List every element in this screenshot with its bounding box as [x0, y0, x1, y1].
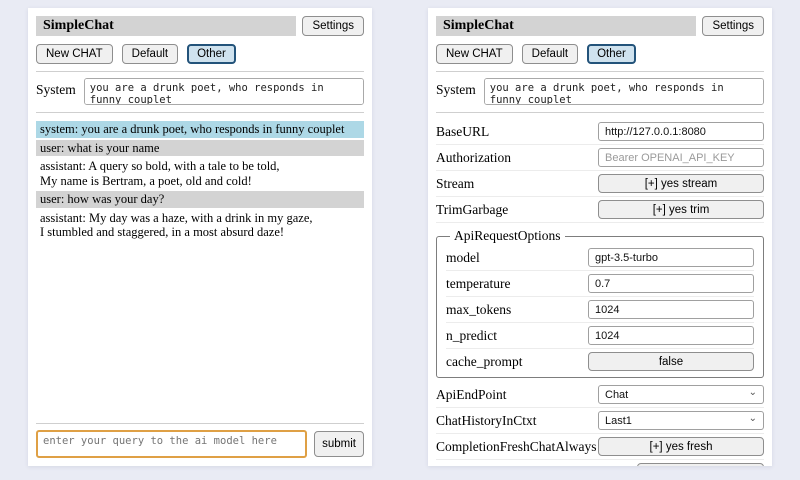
system-prompt-textarea[interactable]: you are a drunk poet, who responds in fu… — [484, 78, 764, 105]
api-request-options-fieldset: ApiRequestOptions model temperature max_… — [436, 228, 764, 378]
session-tab-other[interactable]: Other — [587, 44, 636, 64]
settings-button[interactable]: Settings — [302, 16, 364, 36]
chat-message-user: user: how was your day? — [36, 191, 364, 208]
completion-insert-label: CompletionInsertStandardRolePrefix — [436, 465, 637, 467]
chat-panel: SimpleChat Settings New CHAT Default Oth… — [28, 8, 372, 466]
api-request-options-legend: ApiRequestOptions — [450, 228, 565, 244]
authorization-label: Authorization — [436, 150, 511, 166]
authorization-input[interactable] — [598, 148, 764, 167]
cache-prompt-toggle-button[interactable]: false — [588, 352, 754, 371]
setting-row-api-endpoint: ApiEndPoint Chat ⌄ — [436, 382, 764, 408]
trimgarbage-label: TrimGarbage — [436, 202, 508, 218]
divider — [436, 112, 764, 113]
query-row: submit — [36, 430, 364, 458]
api-endpoint-selected-value: Chat — [605, 389, 628, 401]
app-title: SimpleChat — [436, 16, 696, 36]
settings-button[interactable]: Settings — [702, 16, 764, 36]
setting-row-authorization: Authorization — [436, 145, 764, 171]
stream-label: Stream — [436, 176, 474, 192]
setting-row-n-predict: n_predict — [446, 323, 754, 349]
divider — [436, 71, 764, 72]
settings-panel: SimpleChat Settings New CHAT Default Oth… — [428, 8, 772, 466]
header: SimpleChat Settings — [36, 16, 364, 36]
setting-row-trimgarbage: TrimGarbage [+] yes trim — [436, 197, 764, 223]
n-predict-input[interactable] — [588, 326, 754, 345]
chevron-down-icon: ⌄ — [749, 415, 757, 423]
chat-message-system: system: you are a drunk poet, who respon… — [36, 121, 364, 138]
n-predict-label: n_predict — [446, 328, 497, 344]
chat-message-user: user: what is your name — [36, 140, 364, 157]
chat-log: system: you are a drunk poet, who respon… — [36, 121, 364, 416]
chat-history-select[interactable]: Last1 ⌄ — [598, 411, 764, 430]
setting-row-model: model — [446, 245, 754, 271]
baseurl-input[interactable] — [598, 122, 764, 141]
setting-row-max-tokens: max_tokens — [446, 297, 754, 323]
system-prompt-row: System you are a drunk poet, who respond… — [36, 78, 364, 105]
max-tokens-label: max_tokens — [446, 302, 511, 318]
setting-row-cache-prompt: cache_prompt false — [446, 349, 754, 374]
session-tab-other[interactable]: Other — [187, 44, 236, 64]
divider — [36, 112, 364, 113]
setting-row-baseurl: BaseURL — [436, 119, 764, 145]
completion-insert-toggle-button[interactable]: [-] dont insert — [637, 463, 764, 466]
api-endpoint-select[interactable]: Chat ⌄ — [598, 385, 764, 404]
new-chat-button[interactable]: New CHAT — [436, 44, 513, 64]
model-input[interactable] — [588, 248, 754, 267]
session-toolbar: New CHAT Default Other — [436, 44, 764, 64]
system-prompt-textarea[interactable]: you are a drunk poet, who responds in fu… — [84, 78, 364, 105]
chevron-down-icon: ⌄ — [749, 389, 757, 397]
completion-fresh-label: CompletionFreshChatAlways — [436, 439, 597, 455]
temperature-input[interactable] — [588, 274, 754, 293]
divider — [36, 71, 364, 72]
system-prompt-row: System you are a drunk poet, who respond… — [436, 78, 764, 105]
max-tokens-input[interactable] — [588, 300, 754, 319]
new-chat-button[interactable]: New CHAT — [36, 44, 113, 64]
stream-toggle-button[interactable]: [+] yes stream — [598, 174, 764, 193]
baseurl-label: BaseURL — [436, 124, 489, 140]
header: SimpleChat Settings — [436, 16, 764, 36]
submit-button[interactable]: submit — [314, 431, 364, 457]
setting-row-temperature: temperature — [446, 271, 754, 297]
cache-prompt-label: cache_prompt — [446, 354, 522, 370]
session-tab-default[interactable]: Default — [122, 44, 178, 64]
completion-fresh-toggle-button[interactable]: [+] yes fresh — [598, 437, 764, 456]
trimgarbage-toggle-button[interactable]: [+] yes trim — [598, 200, 764, 219]
divider — [36, 423, 364, 424]
chat-message-assistant: assistant: A query so bold, with a tale … — [36, 158, 364, 189]
setting-row-chat-history: ChatHistoryInCtxt Last1 ⌄ — [436, 408, 764, 434]
query-input[interactable] — [36, 430, 307, 458]
system-label: System — [436, 78, 476, 98]
session-tab-default[interactable]: Default — [522, 44, 578, 64]
api-endpoint-label: ApiEndPoint — [436, 387, 507, 403]
model-label: model — [446, 250, 480, 266]
chat-history-selected-value: Last1 — [605, 415, 632, 427]
setting-row-completion-fresh: CompletionFreshChatAlways [+] yes fresh — [436, 434, 764, 460]
chat-history-label: ChatHistoryInCtxt — [436, 413, 537, 429]
system-label: System — [36, 78, 76, 98]
setting-row-stream: Stream [+] yes stream — [436, 171, 764, 197]
chat-message-assistant: assistant: My day was a haze, with a dri… — [36, 210, 364, 241]
session-toolbar: New CHAT Default Other — [36, 44, 364, 64]
setting-row-completion-insert: CompletionInsertStandardRolePrefix [-] d… — [436, 460, 764, 466]
app-title: SimpleChat — [36, 16, 296, 36]
temperature-label: temperature — [446, 276, 510, 292]
